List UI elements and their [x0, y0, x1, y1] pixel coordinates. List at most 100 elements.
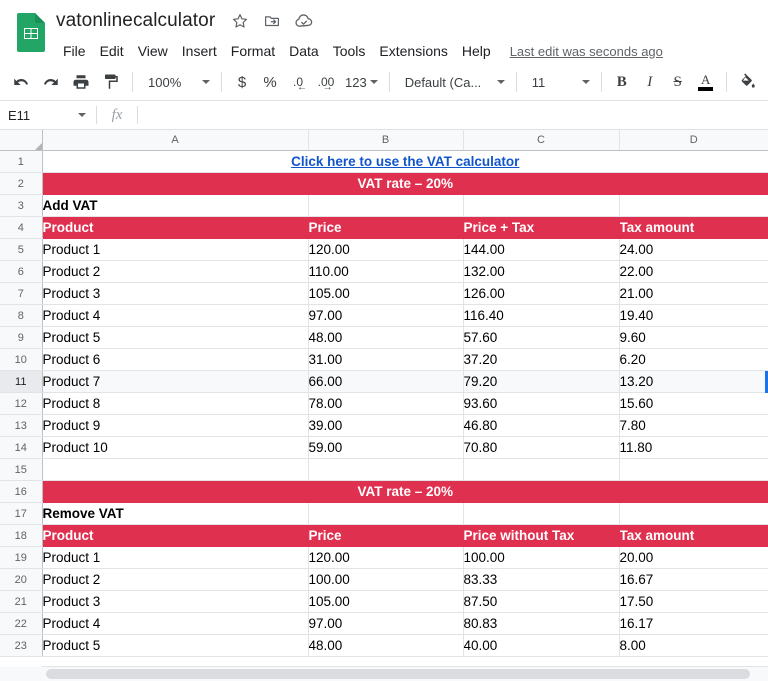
grid-cell[interactable]: Product 4	[42, 304, 309, 327]
grid-cell[interactable]: 17.50	[619, 590, 768, 613]
grid-cell[interactable]: 37.20	[463, 348, 620, 371]
name-box[interactable]: E11	[0, 101, 96, 129]
row-header-7[interactable]: 7	[0, 282, 43, 305]
grid-cell[interactable]: 100.00	[463, 546, 620, 569]
grid-cell[interactable]: 144.00	[463, 238, 620, 261]
grid-cell[interactable]: Product 5	[42, 326, 309, 349]
grid-cell[interactable]: 7.80	[619, 414, 768, 437]
grid-cell[interactable]: Product 2	[42, 568, 309, 591]
table-column-header[interactable]: Product	[42, 524, 309, 547]
row-header-6[interactable]: 6	[0, 260, 43, 283]
table-column-header[interactable]: Price	[308, 216, 464, 239]
menu-item-data[interactable]: Data	[282, 41, 326, 61]
row-header-13[interactable]: 13	[0, 414, 43, 437]
row-header-19[interactable]: 19	[0, 546, 43, 569]
percent-format-button[interactable]: %	[256, 68, 284, 96]
row-header-10[interactable]: 10	[0, 348, 43, 371]
menu-item-extensions[interactable]: Extensions	[372, 41, 454, 61]
grid-cell[interactable]: 48.00	[308, 634, 464, 657]
grid-cell[interactable]: 70.80	[463, 436, 620, 459]
vat-calculator-link[interactable]: Click here to use the VAT calculator	[291, 154, 519, 169]
column-header-a[interactable]: A	[42, 130, 309, 151]
increase-decimal-button[interactable]: .00 →	[312, 68, 340, 96]
row-header-23[interactable]: 23	[0, 634, 43, 657]
menu-item-edit[interactable]: Edit	[93, 41, 131, 61]
text-color-button[interactable]: A	[692, 68, 720, 96]
decrease-decimal-button[interactable]: .0 ←	[284, 68, 312, 96]
number-format-selector[interactable]: 123	[341, 69, 382, 95]
grid-cell[interactable]: Remove VAT	[42, 502, 309, 525]
row-header-11[interactable]: 11	[0, 370, 43, 393]
grid-cell[interactable]: 31.00	[308, 348, 464, 371]
grid-cell[interactable]	[42, 458, 309, 481]
grid-cell[interactable]	[619, 458, 768, 481]
redo-icon[interactable]	[37, 68, 65, 96]
grid-cell[interactable]: 80.83	[463, 612, 620, 635]
grid-cell[interactable]: Product 5	[42, 634, 309, 657]
select-all-corner[interactable]	[0, 130, 43, 151]
vat-calculator-link-cell[interactable]: Click here to use the VAT calculator	[42, 150, 768, 173]
grid-cell[interactable]: 11.80	[619, 436, 768, 459]
grid-cell[interactable]: Add VAT	[42, 194, 309, 217]
row-header-14[interactable]: 14	[0, 436, 43, 459]
table-column-header[interactable]: Price without Tax	[463, 524, 620, 547]
grid-cell[interactable]: 97.00	[308, 612, 464, 635]
grid-cell[interactable]: 110.00	[308, 260, 464, 283]
italic-button[interactable]: I	[636, 68, 664, 96]
grid-cell[interactable]: 16.67	[619, 568, 768, 591]
grid-cell[interactable]	[308, 194, 464, 217]
row-header-20[interactable]: 20	[0, 568, 43, 591]
column-header-c[interactable]: C	[463, 130, 620, 151]
grid-cell[interactable]: 132.00	[463, 260, 620, 283]
grid-cell[interactable]	[308, 502, 464, 525]
grid-cell[interactable]: 9.60	[619, 326, 768, 349]
column-header-b[interactable]: B	[308, 130, 464, 151]
grid-cell[interactable]: 15.60	[619, 392, 768, 415]
menu-item-file[interactable]: File	[56, 41, 93, 61]
grid-cell[interactable]: 46.80	[463, 414, 620, 437]
grid-cell[interactable]: 83.33	[463, 568, 620, 591]
row-header-21[interactable]: 21	[0, 590, 43, 613]
grid-cell[interactable]: 105.00	[308, 282, 464, 305]
menu-item-insert[interactable]: Insert	[175, 41, 224, 61]
grid-cell[interactable]: 105.00	[308, 590, 464, 613]
table-column-header[interactable]: Price	[308, 524, 464, 547]
row-header-1[interactable]: 1	[0, 150, 43, 173]
spreadsheet-grid[interactable]: A B C D 1 Click here to use the VAT calcu…	[0, 130, 768, 681]
formula-input[interactable]	[138, 101, 768, 129]
grid-cell[interactable]: 22.00	[619, 260, 768, 283]
grid-cell[interactable]: 79.20	[463, 370, 620, 393]
fill-color-icon[interactable]	[734, 68, 762, 96]
table-column-header[interactable]: Product	[42, 216, 309, 239]
grid-cell[interactable]: 48.00	[308, 326, 464, 349]
row-header-17[interactable]: 17	[0, 502, 43, 525]
row-header-9[interactable]: 9	[0, 326, 43, 349]
horizontal-scrollbar[interactable]	[42, 666, 768, 681]
currency-format-button[interactable]: $	[228, 68, 256, 96]
grid-cell[interactable]: Product 7	[42, 370, 309, 393]
grid-cell[interactable]	[619, 194, 768, 217]
table-column-header[interactable]: Price + Tax	[463, 216, 620, 239]
table-column-header[interactable]: Tax amount	[619, 524, 768, 547]
grid-cell[interactable]: 120.00	[308, 546, 464, 569]
grid-cell[interactable]: 8.00	[619, 634, 768, 657]
row-header-2[interactable]: 2	[0, 172, 43, 195]
zoom-selector[interactable]: 100%	[140, 69, 214, 95]
grid-cell[interactable]: 57.60	[463, 326, 620, 349]
grid-cell[interactable]: 59.00	[308, 436, 464, 459]
row-header-12[interactable]: 12	[0, 392, 43, 415]
row-header-22[interactable]: 22	[0, 612, 43, 635]
menu-item-view[interactable]: View	[131, 41, 175, 61]
row-header-18[interactable]: 18	[0, 524, 43, 547]
grid-cell[interactable]: Product 3	[42, 590, 309, 613]
cloud-saved-icon[interactable]	[291, 8, 317, 34]
grid-cell[interactable]	[463, 458, 620, 481]
bold-button[interactable]: B	[608, 68, 636, 96]
row-header-5[interactable]: 5	[0, 238, 43, 261]
row-header-4[interactable]: 4	[0, 216, 43, 239]
horizontal-scrollbar-thumb[interactable]	[46, 669, 750, 679]
row-header-16[interactable]: 16	[0, 480, 43, 503]
grid-cell[interactable]: 16.17	[619, 612, 768, 635]
grid-cell[interactable]: Product 3	[42, 282, 309, 305]
font-family-selector[interactable]: Default (Ca...	[397, 69, 509, 95]
